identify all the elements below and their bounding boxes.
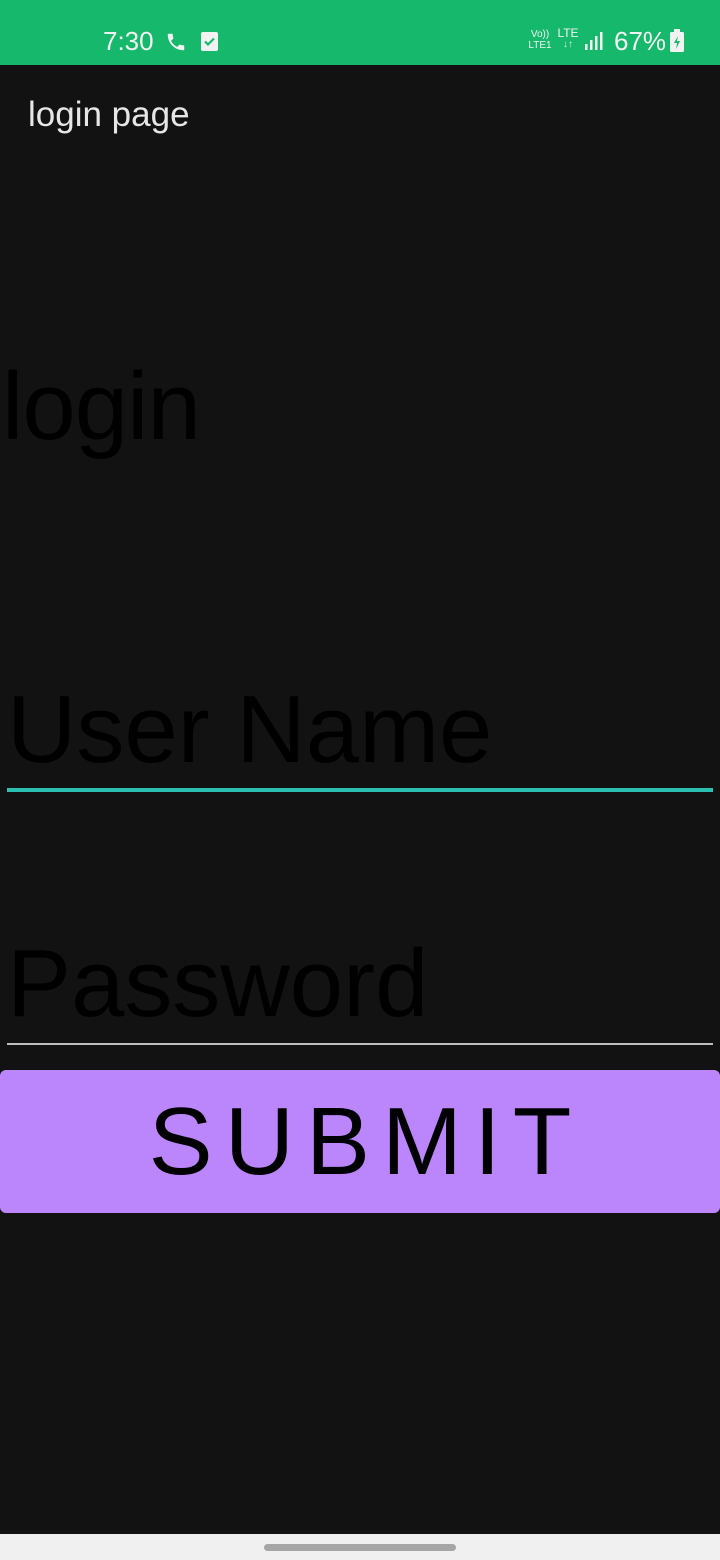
login-heading: login [2, 353, 201, 460]
volte-icon: Vo)) LTE1 [526, 29, 554, 53]
login-screen: 7:30 Vo)) LTE1 LTE ↓↑ 67% login page log… [0, 0, 720, 1560]
app-bar: login page [0, 65, 720, 165]
app-bar-title: login page [28, 95, 190, 134]
battery-percentage: 67% [614, 26, 667, 56]
status-bar: 7:30 Vo)) LTE1 LTE ↓↑ 67% [0, 0, 720, 65]
signal-icon [585, 32, 603, 50]
username-input[interactable] [7, 672, 713, 792]
volte-label: Vo)) LTE1 [528, 29, 552, 51]
lte-icon: LTE ↓↑ [557, 26, 579, 50]
task-check-icon [201, 32, 218, 51]
status-time: 7:30 [103, 26, 154, 56]
phone-icon [167, 33, 185, 51]
navigation-bar [0, 1534, 720, 1560]
battery-icon [670, 29, 684, 52]
home-gesture-handle[interactable] [264, 1544, 456, 1551]
submit-button[interactable]: SUBMIT [0, 1070, 720, 1213]
password-input[interactable] [7, 925, 713, 1045]
